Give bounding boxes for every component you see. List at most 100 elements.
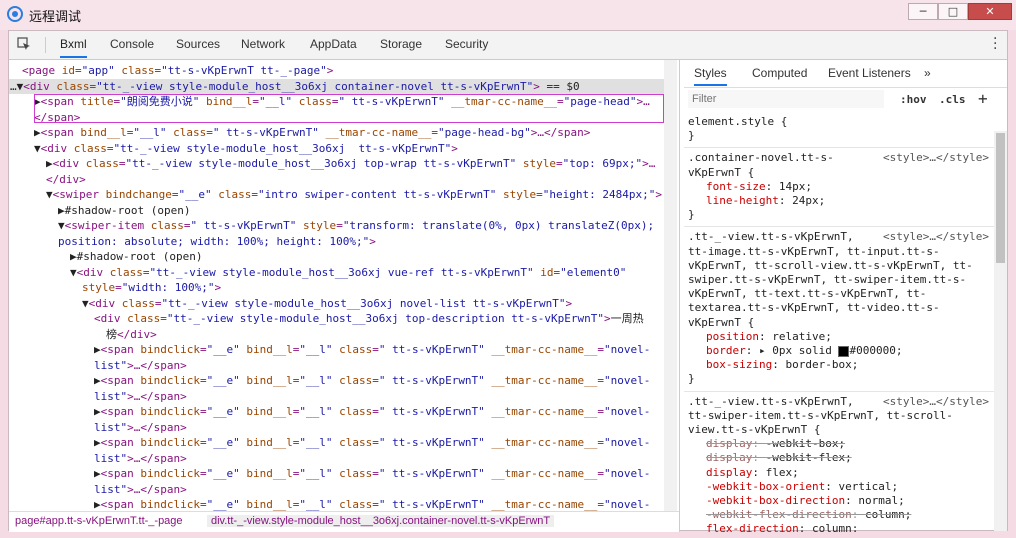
dom-node-line[interactable]: ▶<span bindclick="__e" bind__l="__l" cla… [94, 497, 650, 512]
breadcrumb-item-page[interactable]: page#app.tt-s-vKpErwnT.tt-_-page [15, 515, 183, 527]
dom-token: class [109, 265, 143, 279]
css-property-line[interactable]: font-size: 14px; [706, 180, 812, 194]
tab-console[interactable]: Console [110, 31, 154, 58]
dom-node-line[interactable]: list">…</span> [94, 482, 187, 497]
dom-token: "novel- [604, 436, 651, 449]
dom-token: = [160, 312, 167, 325]
css-property-value: #000000; [849, 344, 903, 357]
dom-node-line[interactable]: ▼<swiper bindchange="__e" class="intro s… [46, 187, 662, 202]
dom-node-line[interactable]: ▶#shadow-root (open) [58, 203, 190, 218]
dom-node-line[interactable]: </div> [46, 172, 86, 187]
color-swatch-icon[interactable] [838, 345, 850, 357]
pane-divider[interactable] [679, 60, 680, 532]
dom-token: > [655, 188, 662, 201]
dom-node-line[interactable]: <page id="app" class="tt-s-vKpErwnT tt-_… [22, 63, 333, 78]
styles-scroll-thumb[interactable] [996, 133, 1005, 263]
dom-token: "tt-_-view style-module_host__3o6xj top-… [166, 312, 604, 325]
dom-node-line[interactable]: style="width: 100%;"> [82, 280, 221, 295]
css-selector-line: .tt-_-view.tt-s-vKpErwnT, [688, 394, 854, 408]
tab-appdata[interactable]: AppData [310, 31, 357, 58]
maximize-button[interactable]: □ [938, 3, 968, 20]
tab-storage[interactable]: Storage [380, 31, 422, 58]
dom-node-line[interactable]: ▶<span bindclick="__e" bind__l="__l" cla… [94, 435, 650, 450]
css-property-line[interactable]: box-sizing: border-box; [706, 358, 858, 372]
dom-node-line[interactable]: ▶<span bindclick="__e" bind__l="__l" cla… [94, 404, 650, 419]
minimize-button[interactable]: ─ [908, 3, 938, 20]
dom-token: "__e" [206, 498, 240, 511]
tab-sources[interactable]: Sources [176, 31, 220, 58]
styles-scrollbar[interactable] [994, 131, 1007, 531]
tab-event-listeners[interactable]: Event Listeners [828, 60, 911, 86]
css-property-line[interactable]: -webkit-box-orient: vertical; [706, 480, 898, 494]
dom-node-line[interactable]: list">…</span> [94, 420, 187, 435]
dom-token: <swiper-item [64, 219, 151, 232]
breadcrumb-item-div[interactable]: div.tt-_-view.style-module_host__3o6xj.c… [207, 515, 555, 527]
elements-tree[interactable]: <page id="app" class="tt-s-vKpErwnT tt-_… [9, 60, 679, 512]
dom-token: " tt-s-vKpErwnT" [378, 374, 485, 387]
css-property-line[interactable]: display: -webkit-box; [706, 437, 845, 451]
dom-node-line[interactable]: ▶<span bindclick="__e" bind__l="__l" cla… [94, 342, 650, 357]
dom-node-line[interactable]: ▼<div class="tt-_-view style-module_host… [70, 265, 626, 280]
dom-node-line[interactable]: list">…</span> [94, 451, 187, 466]
dom-token: class [127, 312, 161, 325]
css-property-line[interactable]: line-height: 24px; [706, 194, 825, 208]
dom-token: position: absolute; width: 100%; height:… [58, 234, 370, 248]
css-property-line[interactable]: flex-direction: column; [706, 522, 858, 532]
css-property-value: -webkit-flex; [765, 451, 852, 465]
dom-node-line[interactable]: ▶<span bindclick="__e" bind__l="__l" cla… [94, 373, 650, 388]
dom-token: class [332, 467, 373, 480]
css-selector-line: tt-swiper-item.tt-s-vKpErwnT, tt-scroll- [688, 408, 953, 422]
dom-token: "__l" [299, 498, 333, 511]
tab-bxml[interactable]: Bxml [60, 31, 87, 58]
dom-node-line[interactable]: 榜</div> [106, 327, 157, 342]
dom-node-line[interactable]: …▼<div class="tt-_-view style-module_hos… [9, 78, 670, 94]
css-property-name: -webkit-box-direction [706, 494, 846, 507]
more-options-icon[interactable]: · · · [993, 32, 997, 56]
style-source-link[interactable]: <style>…</style> [883, 151, 989, 165]
dom-token: >…</span> [127, 420, 187, 434]
rule-divider [684, 390, 994, 392]
dom-node-line[interactable]: ▼<swiper-item class = " tt-s-vKpErwnT" sty… [58, 218, 654, 233]
styles-filter-input[interactable] [688, 90, 884, 108]
tab-computed[interactable]: Computed [752, 60, 807, 86]
css-property-line[interactable]: -webkit-flex-direction: column; [706, 508, 911, 522]
dom-token: bind__l [239, 343, 293, 356]
css-property-name: display [706, 451, 753, 465]
close-button[interactable]: ✕ [968, 3, 1012, 20]
dom-token: style [496, 188, 537, 201]
css-property-line[interactable]: border: ▸ 0px solid #000000; [706, 344, 902, 358]
style-source-link[interactable]: <style>…</style> [883, 395, 989, 409]
class-toggle[interactable]: .cls [939, 93, 966, 106]
dom-node-line[interactable]: position: absolute; width: 100%; height:… [58, 234, 376, 249]
dom-token: bindclick [140, 436, 200, 449]
tab-styles[interactable]: Styles [694, 60, 727, 86]
css-property-name: -webkit-flex-direction [706, 508, 852, 522]
more-tabs-button[interactable]: » [924, 60, 931, 86]
dom-node-line[interactable]: ▼<div class="tt-_-view style-module_host… [82, 296, 572, 311]
dom-token: ▶ [94, 498, 101, 511]
dom-token: " tt-s-vKpErwnT" [378, 498, 485, 511]
dom-node-line[interactable]: ▶<span bindclick="__e" bind__l="__l" cla… [94, 466, 650, 481]
dom-token: = [199, 374, 207, 387]
css-property-line[interactable]: -webkit-box-direction: normal; [706, 494, 905, 508]
dom-node-line[interactable]: list">…</span> [94, 389, 187, 404]
dom-token: <span [100, 374, 141, 387]
dom-node-line[interactable]: ▶<div class="tt-_-view style-module_host… [46, 156, 655, 171]
tab-security[interactable]: Security [445, 31, 488, 58]
dom-node-line[interactable]: ▶<span bind__l="__l" class=" tt-s-vKpErw… [34, 125, 590, 140]
dom-node-line[interactable]: ▶#shadow-root (open) [70, 249, 202, 264]
css-property-line[interactable]: display: -webkit-flex; [706, 451, 852, 465]
dom-node-line[interactable]: list">…</span> [94, 358, 187, 373]
dom-node-line[interactable]: <div class="tt-_-view style-module_host_… [94, 311, 644, 326]
css-selector-line: element.style { [688, 115, 788, 128]
css-property-line[interactable]: display: flex; [706, 466, 799, 480]
dom-token: = [372, 498, 379, 511]
style-source-link[interactable]: <style>…</style> [883, 230, 989, 244]
elements-scrollbar[interactable] [664, 60, 677, 515]
inspect-element-icon[interactable] [17, 37, 31, 51]
tab-network[interactable]: Network [241, 31, 285, 58]
css-property-line[interactable]: position: relative; [706, 330, 832, 344]
new-rule-button[interactable]: + [978, 89, 988, 108]
hover-state-toggle[interactable]: :hov [900, 93, 927, 106]
dom-node-line[interactable]: ▼<div class="tt-_-view style-module_host… [34, 141, 458, 156]
